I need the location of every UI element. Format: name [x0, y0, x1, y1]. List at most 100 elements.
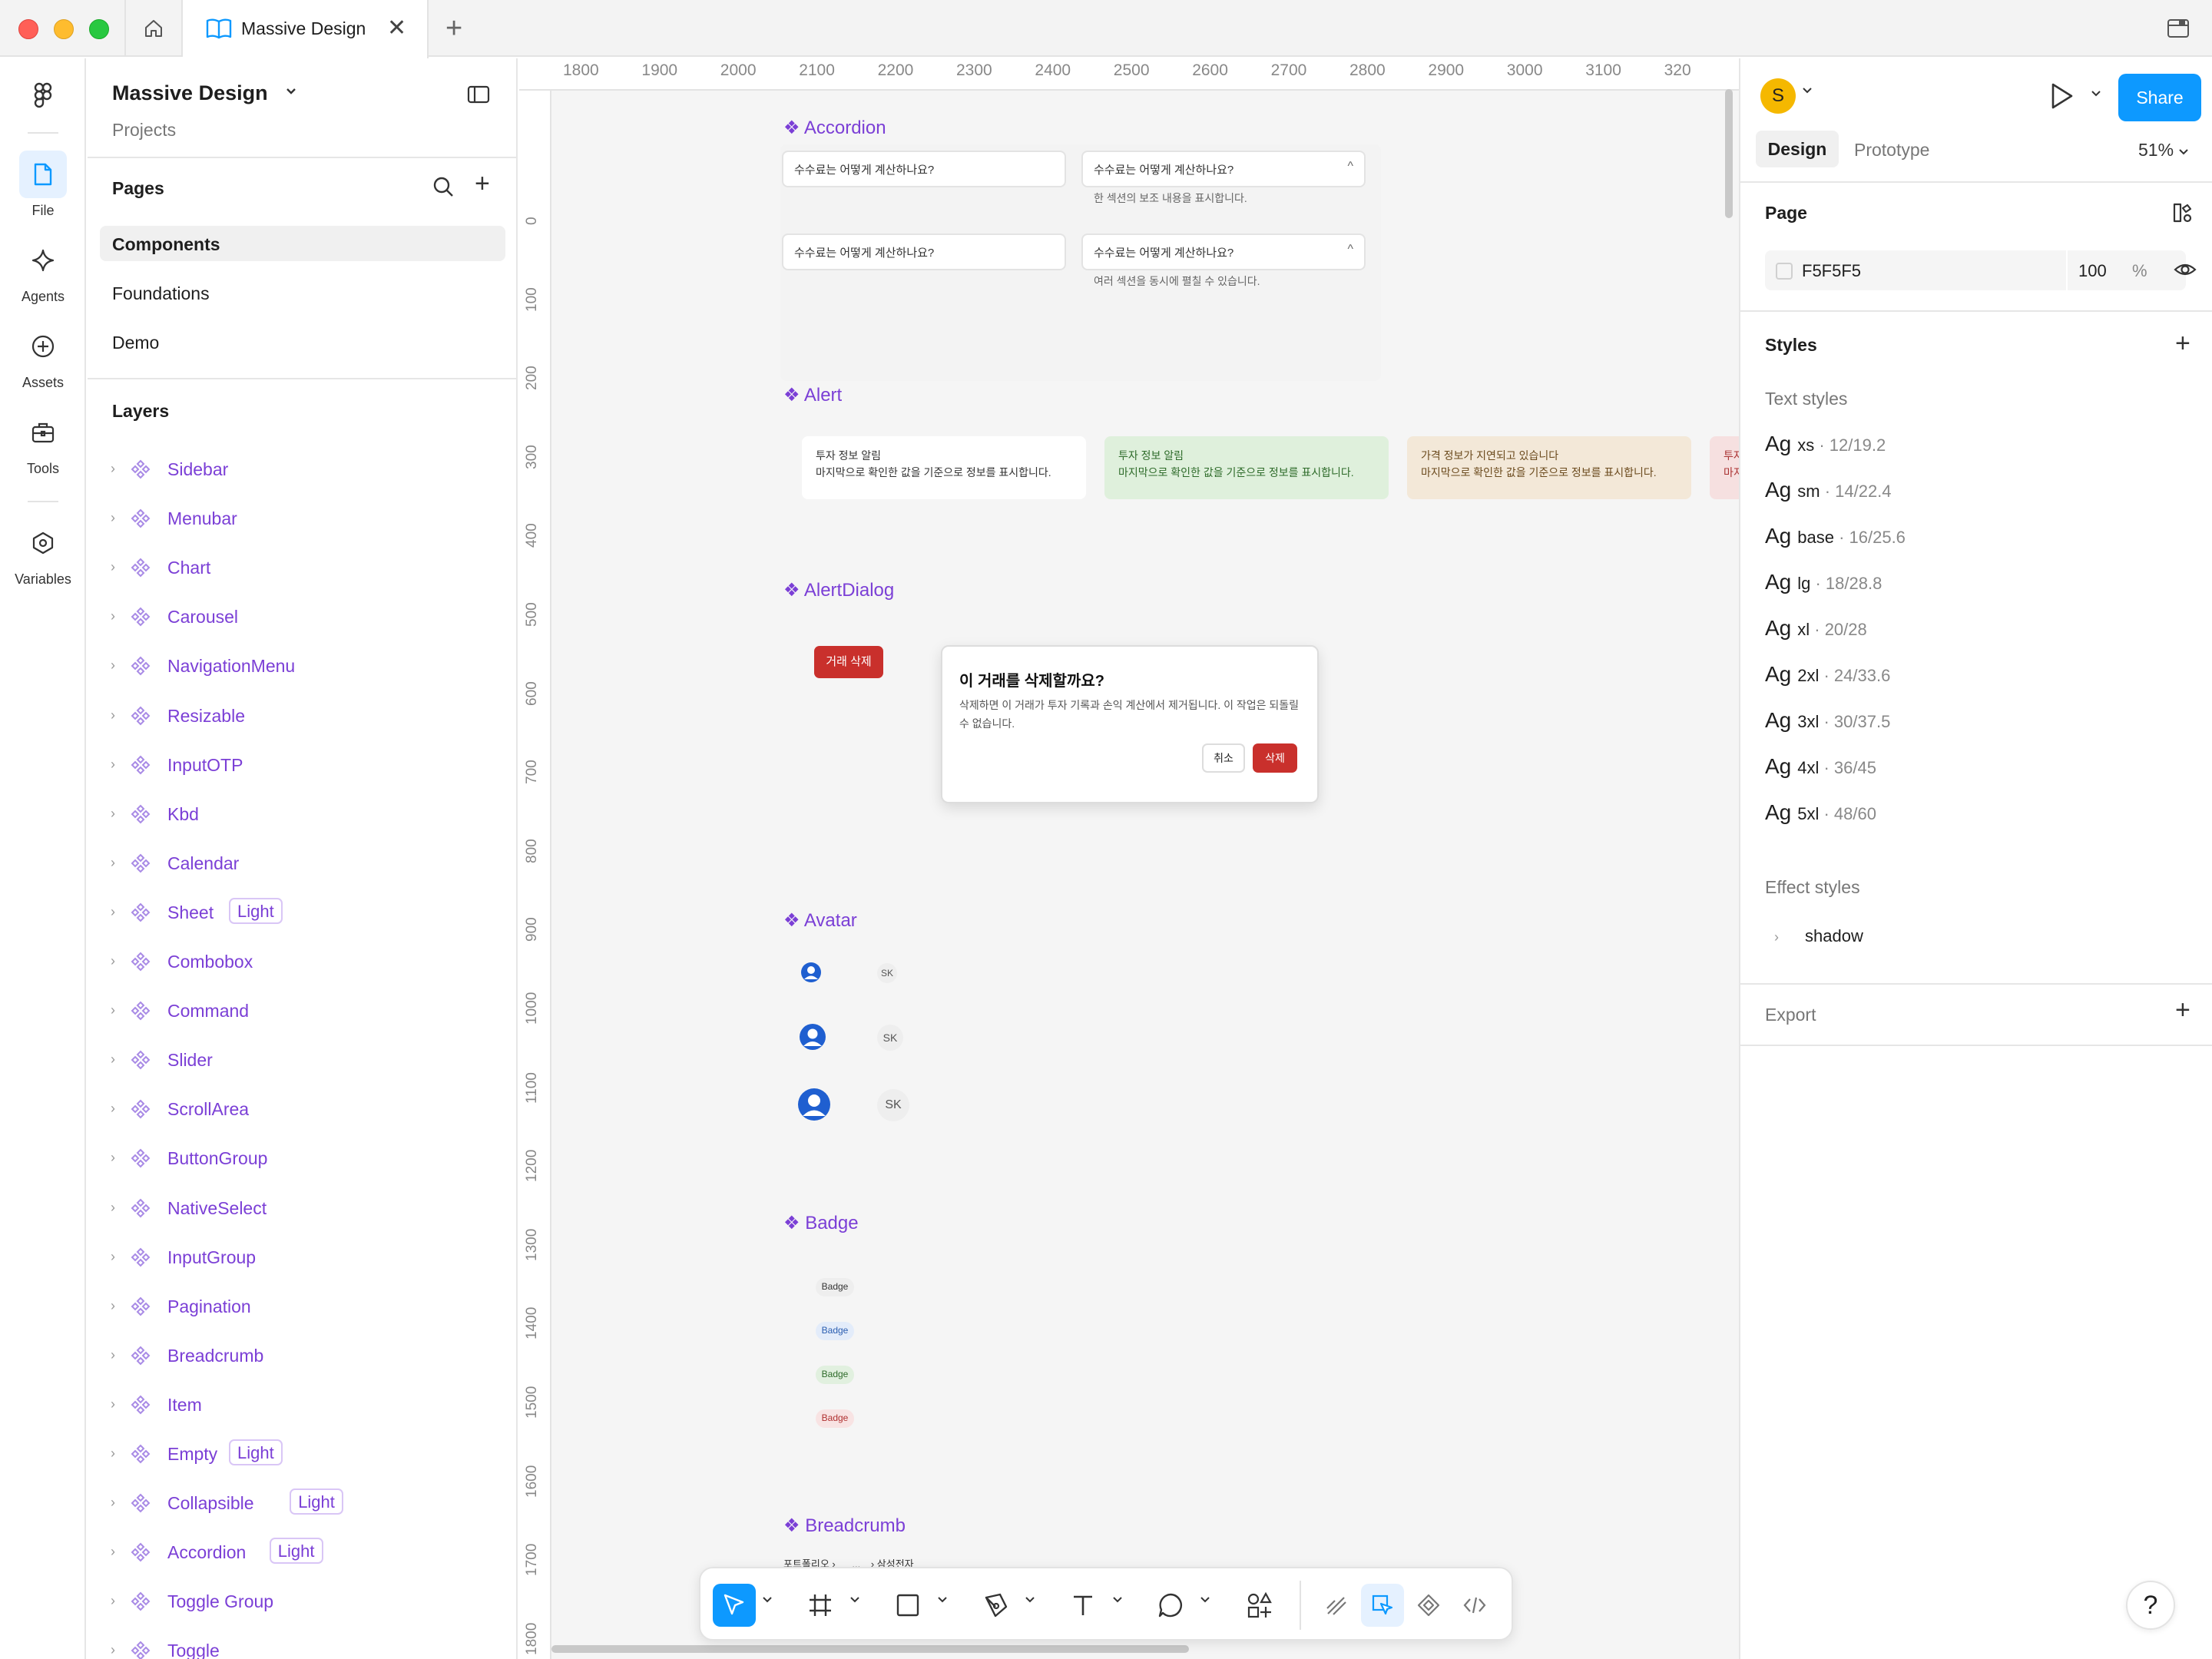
- play-icon[interactable]: [2048, 81, 2075, 111]
- close-window-button[interactable]: [18, 19, 38, 39]
- dev-mode-button[interactable]: [1453, 1584, 1496, 1627]
- chevron-right-icon[interactable]: ›: [111, 1396, 115, 1412]
- figma-logo-icon[interactable]: [31, 81, 55, 112]
- window-layout-icon[interactable]: [2166, 17, 2190, 40]
- cancel-button[interactable]: 취소: [1202, 743, 1245, 773]
- chevron-down-icon[interactable]: [1025, 1596, 1035, 1604]
- layer-item[interactable]: › Sheet Light: [111, 893, 510, 930]
- text-style-item[interactable]: Ag lg · 18/28.8: [1765, 570, 1882, 601]
- layer-item[interactable]: › Combobox: [111, 942, 510, 979]
- chevron-right-icon[interactable]: ›: [111, 757, 115, 773]
- layer-item[interactable]: › Pagination: [111, 1287, 510, 1324]
- chevron-right-icon[interactable]: ›: [111, 1593, 115, 1609]
- chevron-right-icon[interactable]: ›: [111, 953, 115, 969]
- chevron-down-icon[interactable]: [849, 1596, 860, 1604]
- text-style-item[interactable]: Ag sm · 14/22.4: [1765, 478, 1892, 508]
- chevron-right-icon[interactable]: ›: [111, 1150, 115, 1166]
- text-style-item[interactable]: Ag base · 16/25.6: [1765, 524, 1906, 555]
- accordion-item[interactable]: 수수료는 어떻게 계산하나요? ^: [1081, 151, 1366, 187]
- layer-item[interactable]: › Kbd: [111, 795, 510, 832]
- chevron-right-icon[interactable]: ›: [111, 806, 115, 822]
- page-color-swatch[interactable]: [1776, 263, 1793, 280]
- page-color-field[interactable]: F5F5F5 100 %: [1765, 250, 2186, 290]
- text-style-item[interactable]: Ag xl · 20/28: [1765, 616, 1867, 647]
- move-tool[interactable]: [713, 1584, 756, 1627]
- tab-design[interactable]: Design: [1756, 131, 1839, 167]
- project-subtitle[interactable]: Projects: [112, 120, 176, 141]
- close-tab-icon[interactable]: ✕: [387, 17, 406, 40]
- layer-item[interactable]: › Toggle Group: [111, 1582, 510, 1619]
- layer-item[interactable]: › Chart: [111, 548, 510, 585]
- chevron-right-icon[interactable]: ›: [111, 510, 115, 526]
- chevron-right-icon[interactable]: ›: [111, 1002, 115, 1018]
- tab-prototype[interactable]: Prototype: [1854, 140, 1929, 161]
- layer-item[interactable]: › ScrollArea: [111, 1090, 510, 1127]
- chevron-right-icon[interactable]: ›: [111, 1249, 115, 1265]
- rail-variables[interactable]: Variables: [0, 519, 86, 588]
- chevron-right-icon[interactable]: ›: [111, 1495, 115, 1511]
- add-export-button[interactable]: +: [2175, 997, 2190, 1023]
- layer-item[interactable]: › Accordion Light: [111, 1533, 510, 1570]
- page-color-hex[interactable]: F5F5F5: [1802, 261, 1861, 281]
- chevron-right-icon[interactable]: ›: [111, 1445, 115, 1462]
- chevron-right-icon[interactable]: ›: [111, 707, 115, 724]
- alertdialog-section-title[interactable]: AlertDialog: [783, 579, 894, 601]
- page-styles-icon[interactable]: [2171, 201, 2194, 224]
- layer-item[interactable]: › Sidebar: [111, 450, 510, 487]
- add-style-button[interactable]: +: [2175, 330, 2190, 356]
- text-style-item[interactable]: Ag xs · 12/19.2: [1765, 432, 1886, 462]
- layer-item[interactable]: › Slider: [111, 1041, 510, 1078]
- chevron-down-icon[interactable]: [1200, 1596, 1210, 1604]
- eye-icon[interactable]: [2174, 260, 2197, 280]
- pen-tool[interactable]: [974, 1584, 1017, 1627]
- layer-item[interactable]: › InputGroup: [111, 1238, 510, 1275]
- accordion-section-title[interactable]: Accordion: [783, 117, 886, 139]
- help-button[interactable]: ?: [2126, 1581, 2175, 1630]
- layer-item[interactable]: › Empty Light: [111, 1435, 510, 1472]
- layer-item[interactable]: › Breadcrumb: [111, 1336, 510, 1373]
- layer-item[interactable]: › NativeSelect: [111, 1189, 510, 1226]
- zoom-dropdown[interactable]: 51%: [2138, 140, 2189, 161]
- chevron-right-icon[interactable]: ›: [111, 855, 115, 871]
- chevron-right-icon[interactable]: ›: [111, 1642, 115, 1658]
- chevron-right-icon[interactable]: ›: [111, 1200, 115, 1216]
- chevron-right-icon[interactable]: ›: [111, 1298, 115, 1314]
- horizontal-scrollbar[interactable]: [551, 1645, 1189, 1653]
- layer-item[interactable]: › Carousel: [111, 598, 510, 634]
- text-tool[interactable]: [1061, 1584, 1104, 1627]
- layer-item[interactable]: › Resizable: [111, 697, 510, 733]
- frame-tool[interactable]: [799, 1584, 842, 1627]
- layer-item[interactable]: › Collapsible Light: [111, 1484, 510, 1521]
- layer-item[interactable]: › Toggle: [111, 1631, 510, 1659]
- chevron-right-icon[interactable]: ›: [111, 904, 115, 920]
- chevron-right-icon[interactable]: ›: [111, 559, 115, 575]
- accordion-item[interactable]: 수수료는 어떻게 계산하나요? ^: [1081, 233, 1366, 270]
- text-style-item[interactable]: Ag 2xl · 24/33.6: [1765, 662, 1890, 693]
- layer-item[interactable]: › NavigationMenu: [111, 647, 510, 684]
- new-tab-button[interactable]: +: [445, 14, 462, 43]
- user-avatar[interactable]: S: [1760, 78, 1796, 114]
- chevron-down-icon[interactable]: [2091, 89, 2101, 98]
- layer-item[interactable]: › InputOTP: [111, 746, 510, 783]
- rail-tools[interactable]: Tools: [0, 409, 86, 477]
- rail-file[interactable]: File: [0, 151, 86, 219]
- chevron-down-icon[interactable]: [1802, 86, 1813, 95]
- draw-mode-button[interactable]: [1315, 1584, 1358, 1627]
- alert-section-title[interactable]: Alert: [783, 384, 842, 406]
- vertical-scrollbar[interactable]: [1725, 89, 1733, 218]
- text-style-item[interactable]: Ag 5xl · 48/60: [1765, 800, 1876, 831]
- chevron-right-icon[interactable]: ›: [1774, 929, 1779, 945]
- layer-item[interactable]: › Command: [111, 992, 510, 1028]
- text-style-item[interactable]: Ag 3xl · 30/37.5: [1765, 708, 1890, 739]
- chevron-down-icon[interactable]: [937, 1596, 948, 1604]
- prototype-mode-button[interactable]: [1407, 1584, 1450, 1627]
- layer-item[interactable]: › Menubar: [111, 499, 510, 536]
- actions-tool[interactable]: [1238, 1584, 1281, 1627]
- accordion-item[interactable]: 수수료는 어떻게 계산하나요?: [782, 151, 1066, 187]
- zoom-window-button[interactable]: [89, 19, 109, 39]
- shape-tool[interactable]: [886, 1584, 929, 1627]
- delete-trade-button[interactable]: 거래 삭제: [814, 646, 883, 678]
- chevron-right-icon[interactable]: ›: [111, 1544, 115, 1560]
- file-tab[interactable]: Massive Design ✕: [183, 0, 429, 58]
- delete-button[interactable]: 삭제: [1253, 743, 1297, 773]
